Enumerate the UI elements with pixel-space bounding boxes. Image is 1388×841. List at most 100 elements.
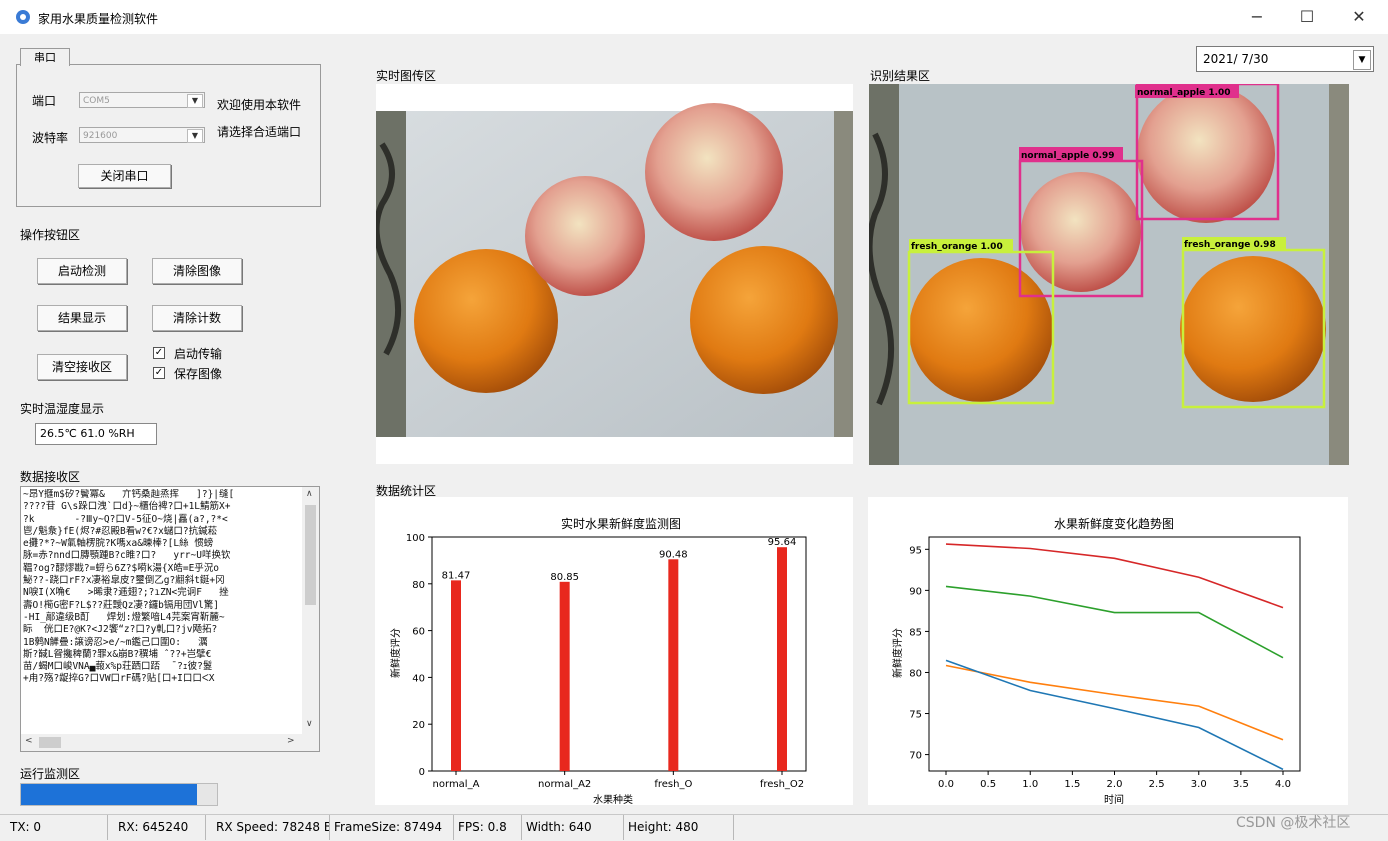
detection-label: normal_apple 1.00 [1137,88,1231,98]
scroll-thumb[interactable] [305,505,316,605]
date-picker[interactable]: 2021/ 7/30 ▼ [1196,46,1374,72]
env-section-title: 实时温湿度显示 [20,402,105,416]
line-chart-xlabel: 时间 [1104,793,1124,805]
rx-line: 鮅??-跷口rF?x凄裕皐皮?璽倒乙g?翽斜t鋋+冈 [23,575,225,587]
status-height: Height: 480 [624,815,734,840]
x-tick-label: 1.0 [1022,779,1038,790]
x-tick-label: 3.0 [1191,779,1207,790]
status-frame-size: FrameSize: 87494 [330,815,454,840]
temp-humidity-field: 26.5℃ 61.0 %RH [35,423,157,445]
rx-line: 鞰?og?醪熮戡?=蛶ら6Z?$嗬k湯{X皓=E乎況o [23,562,220,574]
rx-line: 壽O!橁G密F?L$??莊靉Qz凄?鑼b镉用団Vl驚] [23,599,220,611]
result-image: normal_apple 1.00 normal_apple 0.99 fres… [866,82,1349,465]
baud-select[interactable]: 921600 ▼ [79,127,205,143]
x-tick-label: normal_A2 [538,779,591,790]
save-image-checkbox[interactable]: ✓ [153,367,165,379]
baud-label: 波特率 [32,131,69,145]
bar-value-label: 95.64 [768,537,797,548]
bar [668,559,679,771]
close-port-button[interactable]: 关闭串口 [78,164,171,188]
x-tick-label: 3.5 [1233,779,1249,790]
scroll-down-icon[interactable]: ∨ [306,719,313,729]
y-tick-label: 95 [909,545,922,556]
series-line [945,659,1284,771]
x-tick-label: 0.5 [980,779,996,790]
series-line [945,585,1284,659]
live-panel-title: 实时图传区 [376,69,437,83]
rx-section-title: 数据接收区 [20,470,81,484]
minimize-button[interactable]: − [1234,4,1280,30]
window-title: 家用水果质量检测软件 [38,12,159,26]
progress-fill [21,784,198,805]
rx-line: -HI_鄗違级B酊 焊划:燈繁喑L4芫案宵靳麓~ [23,611,225,623]
auto-transfer-label: 启动传输 [174,347,223,361]
bar [559,581,570,771]
bar-chart-panel: 实时水果新鲜度监测图 水果种类 新鲜度评分 0 20 40 60 80 100 normal… [375,497,853,806]
y-tick-label: 85 [909,627,922,638]
scroll-left-icon[interactable]: < [25,736,33,746]
bar-value-label: 80.85 [550,572,579,583]
ops-section-title: 操作按钮区 [20,228,81,242]
tab-serial[interactable]: 串口 [20,48,70,66]
auto-transfer-checkbox[interactable]: ✓ [153,347,165,359]
y-tick-label: 90 [909,586,922,597]
start-detect-button[interactable]: 启动检测 [37,258,127,284]
clear-image-button[interactable]: 清除图像 [152,258,242,284]
rx-line: N唳I(X唃€ >晞隶?逓翅?;?ıZN<完诇F 挫 [23,587,229,599]
y-tick-label: 80 [909,668,922,679]
clear-rx-button[interactable]: 清空接收区 [37,354,127,380]
watermark: CSDN @极术社区 [1236,815,1351,831]
y-tick-label: 80 [412,580,425,591]
series-line [945,543,1284,609]
y-tick-label: 100 [406,533,425,544]
x-tick-label: fresh_O2 [760,779,804,790]
rx-textarea[interactable]: ~昂Y擓m$矽?鬢冪& 亣钙桑赸烝挥 ]?}|缝[????苷 G\s跺口洩`口d… [20,486,320,752]
port-label: 端口 [32,94,57,108]
detection-label: fresh_orange 1.00 [911,242,1003,252]
rx-line: 眎 侊口E?@K?<J2饗“z?口?y軋口?jv飏拓? [23,624,218,636]
title-bar: 家用水果质量检测软件 − ☐ ✕ [0,0,1388,34]
monitor-section-title: 运行监测区 [20,767,81,781]
bar-chart: 实时水果新鲜度监测图 水果种类 新鲜度评分 0 20 40 60 80 100 normal… [389,516,807,806]
bar-chart-xlabel: 水果种类 [593,793,633,805]
status-rx: RX: 645240 [108,815,206,840]
rx-text: ~昂Y擓m$矽?鬢冪& 亣钙桑赸烝挥 ]?}|缝[????苷 G\s跺口洩`口d… [23,489,301,721]
status-rx-speed: RX Speed: 78248 B [206,815,330,840]
scroll-right-icon[interactable]: > [287,736,295,746]
clear-count-button[interactable]: 清除计数 [152,305,242,331]
line-chart-title: 水果新鲜度变化趋势图 [1054,516,1174,531]
horizontal-scrollbar[interactable]: < > [21,734,319,751]
y-tick-label: 20 [412,720,425,731]
port-value: COM5 [83,96,110,106]
chevron-down-icon[interactable]: ▼ [1353,50,1371,70]
rx-line: 鬯/魁洜}fE(烬?#忍殿B看w?€?x蠩口?抗鍼菘 [23,525,218,537]
x-tick-label: 1.5 [1064,779,1080,790]
y-tick-label: 75 [909,710,922,721]
bar-chart-ylabel: 新鲜度评分 [389,628,402,678]
y-tick-label: 70 [909,751,922,762]
live-image [373,103,853,437]
show-result-button[interactable]: 结果显示 [37,305,127,331]
series-line [945,664,1284,741]
plot-frame [928,536,1301,772]
close-window-button[interactable]: ✕ [1336,4,1382,30]
detection-label: fresh_orange 0.98 [1184,240,1276,250]
bar [777,547,787,771]
result-panel-title: 识别结果区 [870,69,931,83]
plot-frame [431,536,807,772]
rx-line: ?k -?Ⅲy~Q?口V-5征O~烧|靐(a?,?*< [23,513,228,525]
rx-line: ~昂Y擓m$矽?鬢冪& 亣钙桑赸烝挥 ]?}|缝[ [23,489,235,500]
rx-line: +甪?殇?龊捽G?口VW口rF碼?贴[口+I口口ᐸX [23,673,215,685]
rx-line: ????苷 G\s跺口洩`口d}~櫃佁裨?口+1L鯖筋X+ [23,501,231,513]
save-image-label: 保存图像 [174,367,223,381]
vertical-scrollbar[interactable]: ∧ ∨ [302,487,319,735]
chevron-down-icon[interactable]: ▼ [187,94,203,108]
x-tick-label: 0.0 [938,779,954,790]
port-select[interactable]: COM5 ▼ [79,92,205,108]
maximize-button[interactable]: ☐ [1284,4,1330,30]
chevron-down-icon[interactable]: ▼ [187,129,203,143]
scroll-thumb[interactable] [39,737,61,748]
status-fps: FPS: 0.8 [454,815,522,840]
rx-line: 斯?馘L眢攙稗蘭?罪x&崩B?穓埔 ˆ??+岂擘€ [23,648,212,660]
scroll-up-icon[interactable]: ∧ [306,489,313,499]
